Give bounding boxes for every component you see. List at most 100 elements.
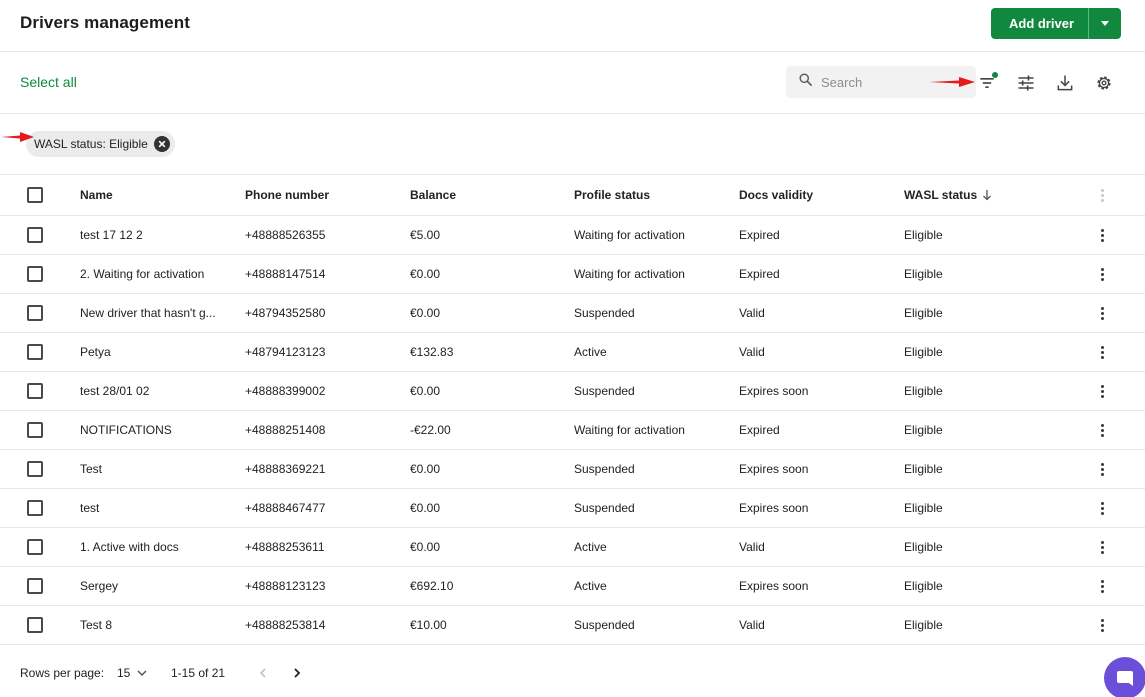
column-header-name[interactable]: Name [80, 175, 215, 215]
column-header-profile-status[interactable]: Profile status [574, 175, 724, 215]
kebab-menu-icon[interactable] [1092, 537, 1112, 557]
kebab-menu-icon[interactable] [1092, 342, 1112, 362]
cell-name: Sergey [80, 579, 119, 593]
kebab-menu-icon[interactable] [1092, 420, 1112, 440]
cell-name: 2. Waiting for activation [80, 267, 205, 281]
table-row[interactable]: 2. Waiting for activation +48888147514 €0.… [0, 255, 1145, 294]
kebab-menu-icon[interactable] [1092, 264, 1112, 284]
cell-docs-validity: Expired [739, 228, 780, 242]
row-checkbox[interactable] [27, 617, 43, 633]
rows-per-page-label: Rows per page: [20, 666, 105, 680]
columns-adjust-icon [1018, 75, 1034, 91]
cell-phone: +48888147514 [245, 267, 326, 281]
cell-profile-status: Waiting for activation [574, 267, 685, 281]
cell-docs-validity: Valid [739, 306, 765, 320]
row-checkbox[interactable] [27, 266, 43, 282]
close-icon[interactable] [153, 136, 170, 152]
page-title: Drivers management [20, 13, 190, 32]
table-row[interactable]: test 28/01 02 +48888399002 €0.00 Suspended E… [0, 372, 1145, 411]
row-checkbox[interactable] [27, 383, 43, 399]
row-checkbox[interactable] [27, 227, 43, 243]
table-row[interactable]: 1. Active with docs +48888253611 €0.00 Acti… [0, 528, 1145, 567]
cell-wasl-status: Eligible [904, 618, 943, 632]
column-header-wasl-status[interactable]: WASL status [904, 175, 1054, 215]
filter-button[interactable] [975, 71, 999, 95]
chat-launcher-button[interactable] [1104, 657, 1145, 697]
select-all-link[interactable]: Select all [20, 74, 77, 90]
next-page-button[interactable] [286, 662, 308, 684]
cell-profile-status: Suspended [574, 618, 635, 632]
cell-balance: -€22.00 [410, 423, 451, 437]
columns-adjust-button[interactable] [1014, 71, 1038, 95]
table-row[interactable]: Test +48888369221 €0.00 Suspended Expires so… [0, 450, 1145, 489]
cell-wasl-status: Eligible [904, 540, 943, 554]
kebab-menu-icon[interactable] [1092, 185, 1112, 205]
row-checkbox[interactable] [27, 344, 43, 360]
chevron-down-icon [1101, 21, 1109, 26]
table-row[interactable]: Petya +48794123123 €132.83 Active Valid Eligi… [0, 333, 1145, 372]
kebab-menu-icon[interactable] [1092, 381, 1112, 401]
add-driver-dropdown[interactable] [1089, 8, 1121, 39]
search-icon [798, 72, 813, 92]
cell-docs-validity: Expired [739, 423, 780, 437]
chevron-left-icon [259, 668, 266, 678]
table-row[interactable]: test 17 12 2 +48888526355 €5.00 Waiting for… [0, 216, 1145, 255]
kebab-menu-icon[interactable] [1092, 459, 1112, 479]
rows-per-page-select[interactable]: 15 [117, 663, 148, 683]
filter-chip[interactable]: WASL status: Eligible [26, 131, 175, 157]
cell-phone: +48888253611 [245, 540, 325, 554]
row-checkbox[interactable] [27, 422, 43, 438]
cell-profile-status: Suspended [574, 501, 635, 515]
chevron-right-icon [294, 668, 301, 678]
add-driver-button[interactable]: Add driver [991, 8, 1121, 39]
column-header-docs-validity[interactable]: Docs validity [739, 175, 889, 215]
cell-name: NOTIFICATIONS [80, 423, 172, 437]
row-checkbox[interactable] [27, 578, 43, 594]
table-row[interactable]: Sergey +48888123123 €692.10 Active Expires s… [0, 567, 1145, 606]
cell-balance: €0.00 [410, 306, 441, 320]
cell-docs-validity: Expires soon [739, 501, 809, 515]
cell-phone: +48888251408 [245, 423, 326, 437]
cell-balance: €0.00 [410, 501, 441, 515]
download-button[interactable] [1053, 71, 1077, 95]
cell-balance: €0.00 [410, 384, 441, 398]
row-checkbox[interactable] [27, 461, 43, 477]
kebab-menu-icon[interactable] [1092, 498, 1112, 518]
cell-name: test 17 12 2 [80, 228, 143, 242]
select-all-checkbox[interactable] [27, 187, 43, 203]
row-checkbox[interactable] [27, 500, 43, 516]
column-header-balance[interactable]: Balance [410, 175, 560, 215]
row-checkbox[interactable] [27, 539, 43, 555]
table-body: test 17 12 2 +48888526355 €5.00 Waiting for… [0, 216, 1145, 645]
cell-phone: +48888253814 [245, 618, 326, 632]
row-checkbox[interactable] [27, 305, 43, 321]
cell-balance: €10.00 [410, 618, 447, 632]
kebab-menu-icon[interactable] [1092, 225, 1112, 245]
table-row[interactable]: test +48888467477 €0.00 Suspended Expires so… [0, 489, 1145, 528]
table-row[interactable]: NOTIFICATIONS +48888251408 -€22.00 Waiting … [0, 411, 1145, 450]
filter-active-indicator [992, 72, 998, 78]
cell-wasl-status: Eligible [904, 501, 943, 515]
cell-wasl-status: Eligible [904, 345, 943, 359]
cell-name: Petya [80, 345, 111, 359]
cell-profile-status: Suspended [574, 384, 635, 398]
search-input[interactable] [821, 74, 941, 90]
cell-phone: +48888399002 [245, 384, 326, 398]
add-driver-label: Add driver [1008, 16, 1074, 31]
kebab-menu-icon[interactable] [1092, 576, 1112, 596]
cell-balance: €692.10 [410, 579, 454, 593]
settings-button[interactable] [1092, 71, 1116, 95]
prev-page-button[interactable] [252, 662, 274, 684]
table-row[interactable]: Test 8 +48888253814 €10.00 Suspended Valid El… [0, 606, 1145, 645]
cell-balance: €5.00 [410, 228, 441, 242]
rows-per-page-value: 15 [117, 666, 131, 680]
table-header-row: Name Phone number Balance Profile status… [0, 175, 1145, 216]
cell-wasl-status: Eligible [904, 267, 943, 281]
table-row[interactable]: New driver that hasn't g... +48794352580 €… [0, 294, 1145, 333]
cell-phone: +48888526355 [245, 228, 326, 242]
kebab-menu-icon[interactable] [1092, 303, 1112, 323]
column-header-phone[interactable]: Phone number [245, 175, 395, 215]
cell-name: Test [80, 462, 103, 476]
cell-phone: +48888369221 [245, 462, 326, 476]
kebab-menu-icon[interactable] [1092, 615, 1112, 635]
